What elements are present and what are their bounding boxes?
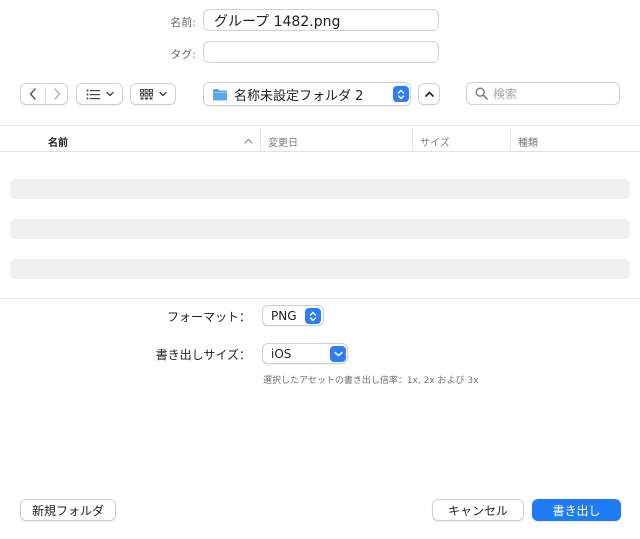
location-popup[interactable]: 名称未設定フォルダ 2 [203,82,411,106]
export-size-value: iOS [271,346,292,361]
export-size-hint: 選択したアセットの書き出し倍率：1x, 2x および 3x [263,376,479,386]
search-icon [475,87,488,100]
new-folder-button[interactable]: 新規フォルダ [20,499,116,521]
chevron-right-icon [54,88,61,100]
chevron-up-icon [424,91,434,97]
search-field[interactable]: 検索 [466,82,620,105]
chevron-left-icon [29,88,36,100]
collapse-browser-button[interactable] [418,83,440,105]
tag-label: タグ: [170,48,196,61]
column-separator [260,128,261,150]
view-mode-button[interactable] [76,83,123,105]
up-down-arrows-icon [397,89,405,99]
sort-ascending-icon [244,138,253,144]
location-folder-name: 名称未設定フォルダ 2 [234,88,364,104]
column-header-name[interactable]: 名前 [48,134,68,149]
group-mode-button[interactable] [130,83,176,105]
name-label: 名前: [170,16,196,29]
column-separator [412,128,413,150]
format-label: フォーマット： [166,310,251,324]
save-dialog: 名前: グループ 1482.png タグ: 名称未設定フォルダ 2 検索 名前 … [0,0,640,539]
location-stepper [393,86,409,102]
chevron-down-icon [105,91,114,97]
column-header-size[interactable]: サイズ [420,134,450,149]
export-button[interactable]: 書き出し [532,499,621,521]
column-header-kind[interactable]: 種類 [518,134,538,149]
back-button[interactable] [21,84,45,104]
format-stepper [305,308,321,324]
tag-input[interactable] [203,41,439,63]
export-size-popup[interactable]: iOS [262,343,348,364]
chevron-down-icon [333,351,343,357]
forward-button[interactable] [45,84,69,104]
table-row [10,179,630,199]
grid-icon [139,88,153,99]
search-placeholder: 検索 [493,87,518,101]
list-icon [86,89,100,99]
browser-bottom-border [0,298,640,299]
back-forward-control [20,83,68,105]
export-size-dropdown [330,346,346,362]
column-header-border [0,151,640,152]
browser-top-border [0,125,640,126]
up-down-arrows-icon [309,311,317,321]
table-row [10,259,630,279]
cancel-button[interactable]: キャンセル [432,499,524,521]
format-popup[interactable]: PNG [262,305,324,326]
column-header-modified[interactable]: 変更日 [268,134,298,149]
table-row [10,219,630,239]
filename-input[interactable]: グループ 1482.png [203,9,439,31]
export-size-label: 書き出しサイズ： [155,348,251,362]
format-value: PNG [271,308,297,323]
chevron-down-icon [158,91,167,97]
folder-icon [213,88,227,100]
column-separator [510,128,511,150]
